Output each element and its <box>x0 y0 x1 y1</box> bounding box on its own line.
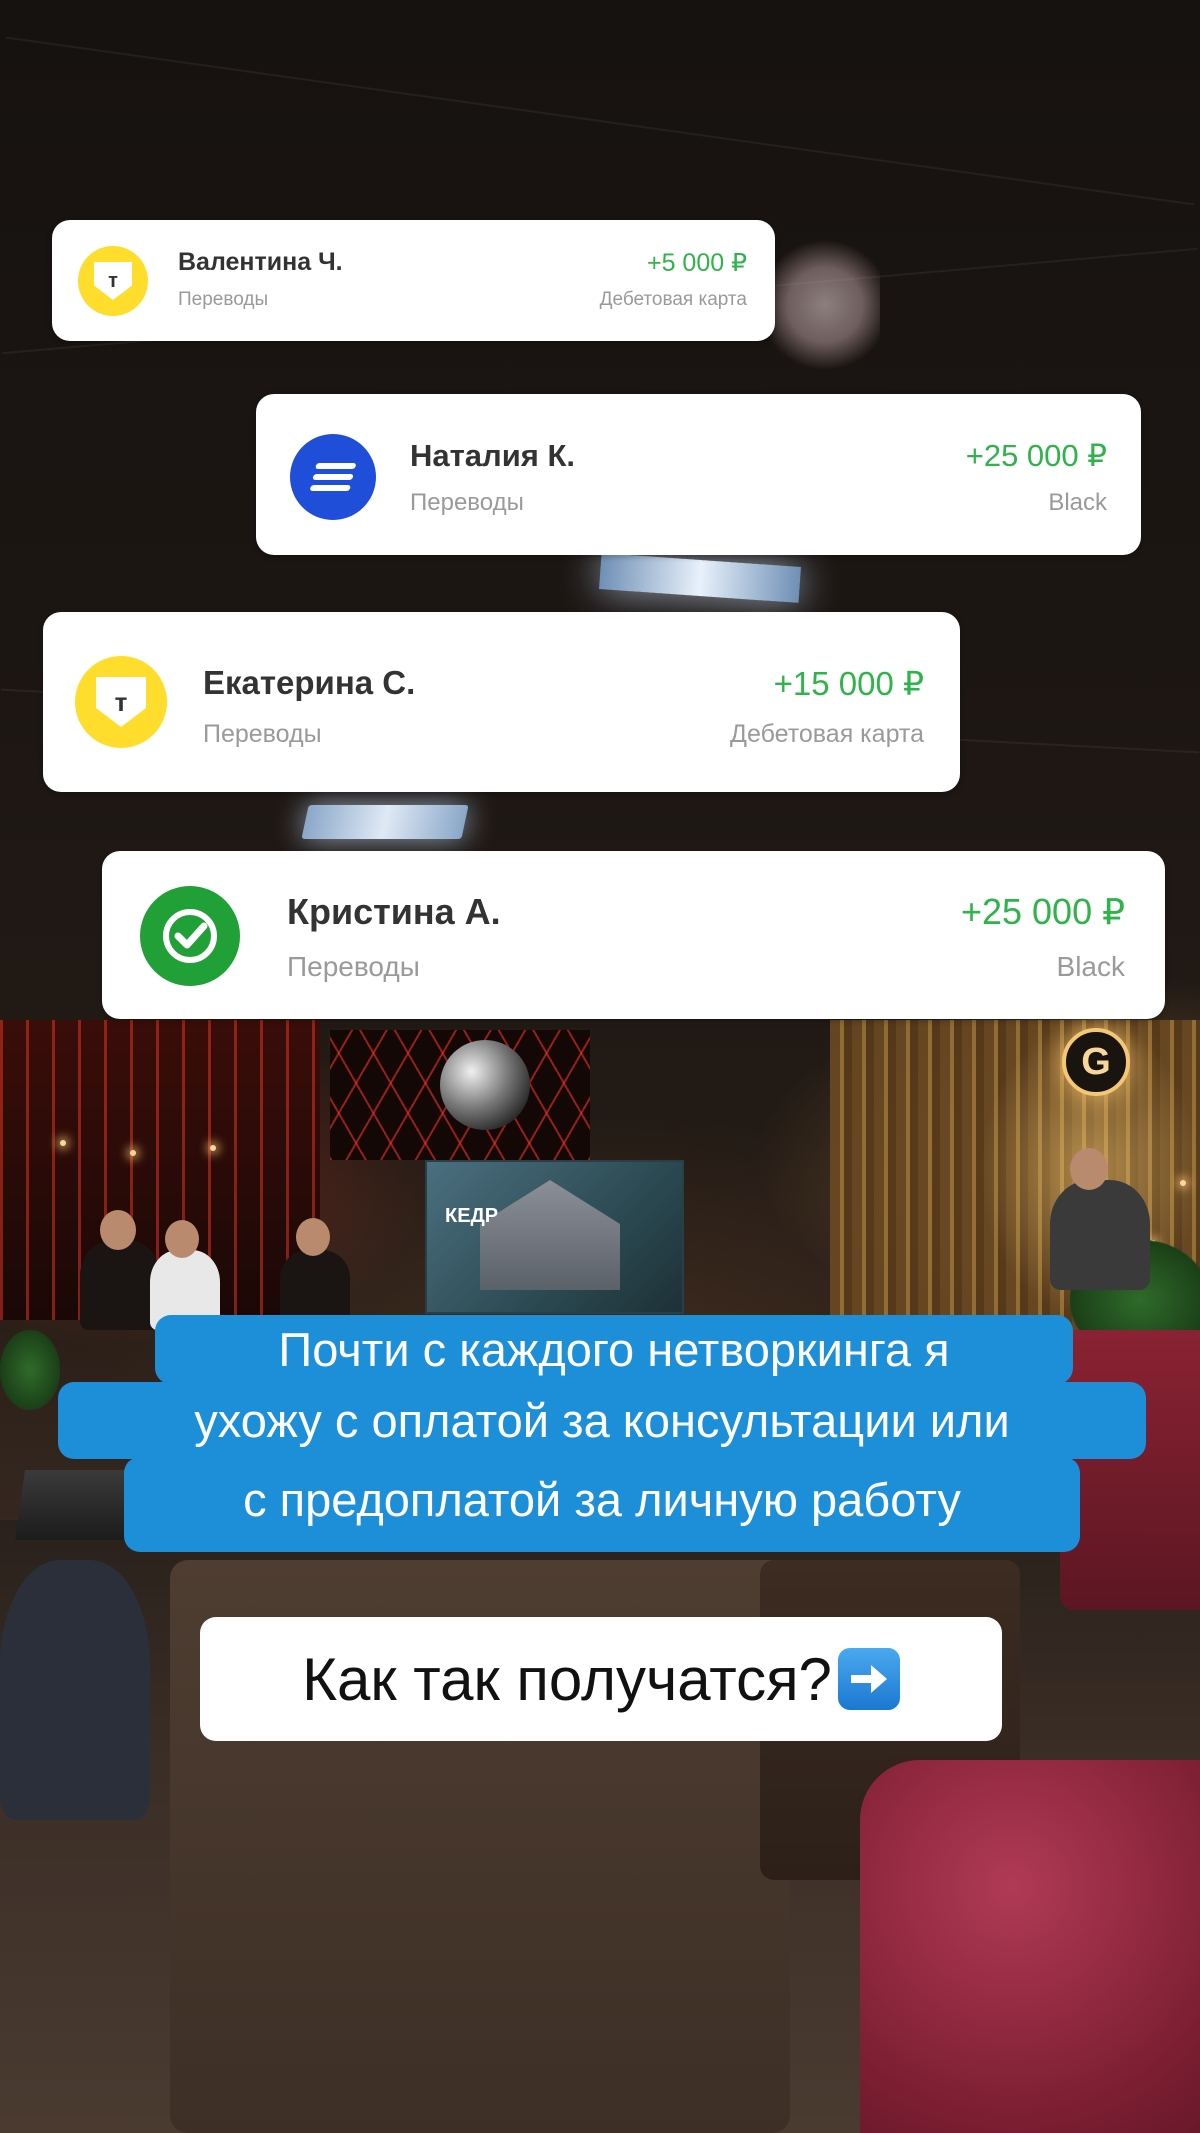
red-sofa <box>860 1760 1200 2133</box>
transfer-category: Переводы <box>287 951 420 982</box>
person-head <box>1070 1148 1108 1190</box>
account-type: Дебетовая карта <box>730 720 924 748</box>
transfer-card[interactable]: Наталия К. Переводы +25 000 ₽ Black <box>256 394 1141 555</box>
checkmark-icon <box>163 909 217 963</box>
banner-text: КЕДР <box>445 1205 499 1227</box>
blue-bank-logo-icon <box>290 434 376 520</box>
sender-name: Валентина Ч. <box>178 248 343 276</box>
person-head <box>165 1220 199 1258</box>
ceiling-beam <box>5 36 1195 206</box>
venue-logo: G <box>1062 1028 1130 1096</box>
string-light <box>210 1145 216 1151</box>
transfer-amount: +25 000 ₽ <box>965 438 1107 473</box>
caption-line-3: с предоплатой за личную работу <box>124 1457 1080 1552</box>
transfer-card[interactable]: т Валентина Ч. Переводы +5 000 ₽ Дебетов… <box>52 220 775 341</box>
transfer-card[interactable]: Кристина А. Переводы +25 000 ₽ Black <box>102 851 1165 1019</box>
tbank-logo-icon: т <box>78 246 148 316</box>
right-arrow-icon <box>837 1648 900 1710</box>
string-light <box>1180 1180 1186 1186</box>
sender-name: Наталия К. <box>410 438 576 473</box>
sber-logo-icon <box>140 886 240 986</box>
transfer-card[interactable]: т Екатерина С. Переводы +15 000 ₽ Дебето… <box>43 612 960 792</box>
caption-line-1: Почти с каждого нетворкинга я <box>155 1315 1073 1384</box>
person <box>1050 1180 1150 1290</box>
caption-line-2: ухожу с оплатой за консультации или <box>58 1382 1146 1459</box>
transfer-category: Переводы <box>178 289 269 310</box>
red-armchair <box>1060 1330 1200 1610</box>
string-light <box>60 1140 66 1146</box>
question-caption: Как так получатся? <box>200 1617 1002 1741</box>
tbank-logo-icon: т <box>75 656 167 748</box>
person-head <box>296 1218 330 1256</box>
transfer-amount: +15 000 ₽ <box>773 665 924 702</box>
ceiling-lamp <box>598 553 802 603</box>
string-light <box>130 1150 136 1156</box>
caption-text: с предоплатой за личную работу <box>243 1473 961 1526</box>
plant <box>0 1330 60 1410</box>
transfer-amount: +25 000 ₽ <box>960 891 1125 932</box>
person-head <box>100 1210 136 1250</box>
account-type: Black <box>1056 951 1125 982</box>
transfer-amount: +5 000 ₽ <box>646 249 747 277</box>
person <box>280 1250 350 1320</box>
account-type: Black <box>1048 489 1107 516</box>
caption-text: Почти с каждого нетворкинга я <box>278 1323 950 1376</box>
tinsel-decoration <box>770 230 880 380</box>
account-type: Дебетовая карта <box>599 289 747 310</box>
caption-text: ухожу с оплатой за консультации или <box>194 1394 1010 1447</box>
tbank-logo-letter: т <box>94 262 132 300</box>
person <box>0 1560 150 1820</box>
ceiling-lamp <box>301 805 469 839</box>
transfer-category: Переводы <box>410 489 524 516</box>
transfer-category: Переводы <box>203 720 322 748</box>
sender-name: Кристина А. <box>287 891 501 932</box>
disco-ball <box>440 1040 530 1130</box>
sender-name: Екатерина С. <box>203 664 416 701</box>
question-text: Как так получатся? <box>302 1645 832 1713</box>
person <box>80 1240 160 1330</box>
tbank-logo-letter: т <box>96 677 146 727</box>
